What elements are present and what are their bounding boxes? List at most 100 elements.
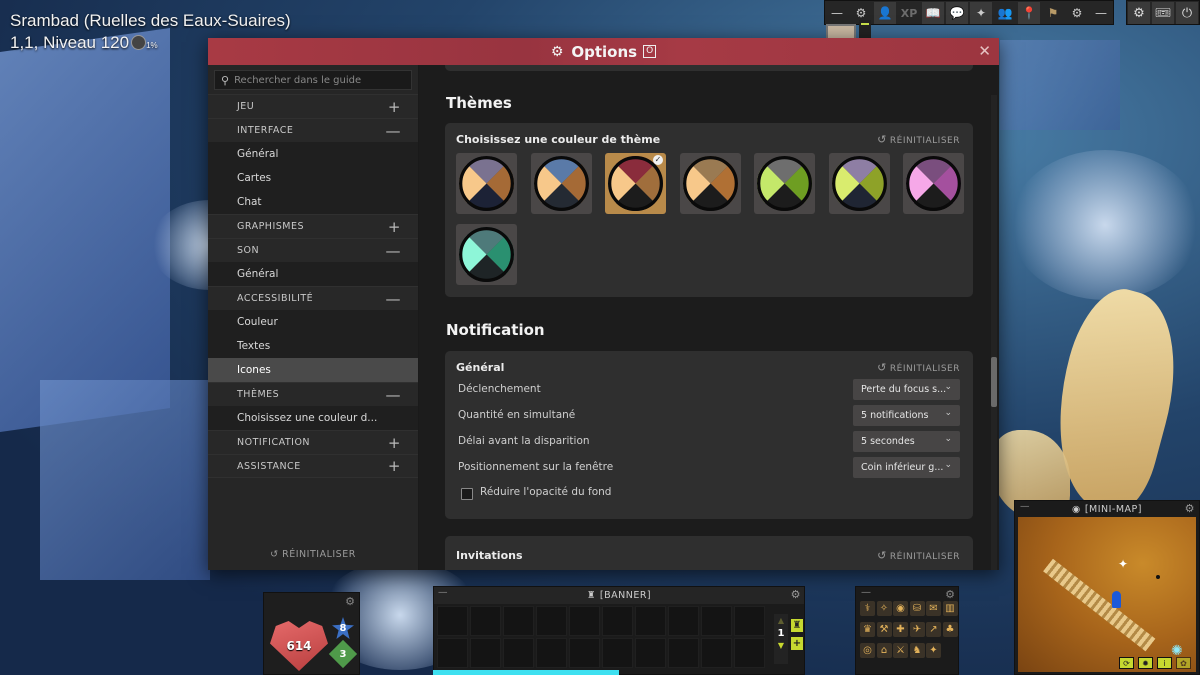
banner-slot[interactable] xyxy=(701,638,732,668)
guild-icon[interactable]: ⚑ xyxy=(1042,2,1064,24)
banner-slot[interactable] xyxy=(701,606,732,636)
theme-swatch[interactable] xyxy=(903,153,964,214)
toolbar-settings-2-icon[interactable]: ⚙ xyxy=(1066,2,1088,24)
sidebar-section-son[interactable]: SON — xyxy=(208,238,418,262)
collapse-minus-icon[interactable]: — xyxy=(386,386,402,404)
sidebar-item-son-general[interactable]: Général xyxy=(208,262,418,286)
sidebar-section-notification[interactable]: NOTIFICATION + xyxy=(208,430,418,454)
sidebar-item-couleur[interactable]: Couleur xyxy=(208,310,418,334)
banner-slot[interactable] xyxy=(635,638,666,668)
banner-slot[interactable] xyxy=(734,606,765,636)
theme-swatch[interactable] xyxy=(679,153,741,214)
health-heart[interactable]: 614 xyxy=(270,621,328,671)
guide-search[interactable]: ⚲ xyxy=(214,70,412,90)
minimap-view[interactable]: ✦ ✺ xyxy=(1018,517,1196,672)
delay-dropdown[interactable]: 5 secondes ⌄ xyxy=(853,431,960,452)
reduce-opacity-checkbox[interactable] xyxy=(461,488,473,500)
ticket-icon[interactable]: 🎟 xyxy=(1152,2,1174,24)
minimap-settings-icon[interactable]: ⚙ xyxy=(1185,502,1195,515)
collapse-minus-icon[interactable]: — xyxy=(386,122,402,140)
xp-icon[interactable]: XP xyxy=(898,2,920,24)
banner-slot[interactable] xyxy=(668,606,699,636)
page-down-icon[interactable]: ▼ xyxy=(774,639,788,653)
wings-icon[interactable]: ✈ xyxy=(909,622,925,637)
sidebar-section-jeu[interactable]: JEU + xyxy=(208,94,418,118)
portal-icon[interactable]: ◎ xyxy=(860,643,875,658)
companion-icon[interactable]: ✦ xyxy=(970,2,992,24)
minimize-icon[interactable]: — xyxy=(438,587,448,598)
map-pin-icon[interactable]: 📍 xyxy=(1018,2,1040,24)
sidebar-section-interface[interactable]: INTERFACE — xyxy=(208,118,418,142)
sidebar-item-theme-color[interactable]: Choisissez une couleur d... xyxy=(208,406,418,430)
house-icon[interactable]: ⌂ xyxy=(876,643,892,658)
favorite-icon[interactable]: ✧ xyxy=(876,601,892,616)
inventory-icon[interactable]: ⛁ xyxy=(909,601,925,616)
sidebar-item-cartes[interactable]: Cartes xyxy=(208,166,418,190)
expand-plus-icon[interactable]: + xyxy=(388,457,401,475)
banner-slot[interactable] xyxy=(470,638,501,668)
position-dropdown[interactable]: Coin inférieur g... ⌄ xyxy=(853,457,960,478)
sidebar-section-assistance[interactable]: ASSISTANCE + xyxy=(208,454,418,478)
bestiary-icon[interactable]: ▥ xyxy=(942,601,958,616)
sidebar-reset-button[interactable]: ↺ RÉINITIALISER xyxy=(208,549,418,560)
expand-plus-icon[interactable]: + xyxy=(388,434,401,452)
minimize-icon[interactable]: — xyxy=(861,587,871,598)
page-up-icon[interactable]: ▲ xyxy=(774,614,788,628)
sidebar-section-themes[interactable]: THÈMES — xyxy=(208,382,418,406)
theme-swatch[interactable]: ✓ xyxy=(605,153,666,214)
equipment-icon[interactable]: ⚒ xyxy=(876,622,892,637)
themes-reset-button[interactable]: ↺ RÉINITIALISER xyxy=(877,133,960,146)
theme-swatch[interactable] xyxy=(456,153,517,214)
banner-slot[interactable] xyxy=(569,638,600,668)
theme-swatch[interactable] xyxy=(754,153,815,214)
window-titlebar[interactable]: ⚙ Options O ✕ xyxy=(208,38,999,65)
banner-slot[interactable] xyxy=(536,638,567,668)
character-icon[interactable]: 👤 xyxy=(874,2,896,24)
minimap-info-button[interactable]: i xyxy=(1157,657,1172,669)
general-reset-button[interactable]: ↺ RÉINITIALISER xyxy=(877,361,960,374)
shortcuts-settings-icon[interactable]: ⚙ xyxy=(945,588,955,601)
mount-icon[interactable]: ♞ xyxy=(909,643,925,658)
scrollbar-track[interactable] xyxy=(991,95,997,570)
theme-swatch[interactable] xyxy=(456,224,517,285)
scrollbar-thumb[interactable] xyxy=(991,357,997,407)
invitations-reset-button[interactable]: ↺ RÉINITIALISER xyxy=(877,549,960,562)
banner-slot[interactable] xyxy=(536,606,567,636)
minimap-filter-button[interactable]: ✿ xyxy=(1176,657,1191,669)
trigger-dropdown[interactable]: Perte du focus s... ⌄ xyxy=(853,379,960,400)
banner-slot[interactable] xyxy=(602,606,633,636)
pvp-icon[interactable]: ⚔ xyxy=(893,643,908,658)
expand-plus-icon[interactable]: + xyxy=(388,98,401,116)
profession-icon[interactable]: ◉ xyxy=(893,601,908,616)
eye-icon[interactable]: ◉ xyxy=(1072,504,1081,515)
banner-toggle-button[interactable]: ♜ xyxy=(791,619,803,632)
achievement-icon[interactable]: ✚ xyxy=(893,622,908,637)
sidebar-item-icones[interactable]: Icones xyxy=(208,358,418,382)
search-input[interactable] xyxy=(234,74,405,86)
progress-icon[interactable]: ↗ xyxy=(926,622,941,637)
banner-slot[interactable] xyxy=(668,638,699,668)
guild-chest-icon[interactable]: ♣ xyxy=(942,622,958,637)
sidebar-section-accessibilite[interactable]: ACCESSIBILITÉ — xyxy=(208,286,418,310)
spell-icon[interactable]: ⚕ xyxy=(860,601,875,616)
options-gear-icon[interactable]: ⚙ xyxy=(1128,2,1150,24)
banner-slot[interactable] xyxy=(437,606,468,636)
chat-icon[interactable]: 💬 xyxy=(946,2,968,24)
banner-settings-icon[interactable]: ⚙ xyxy=(791,588,801,601)
banner-slot[interactable] xyxy=(734,638,765,668)
toolbar-minimize-2-icon[interactable]: — xyxy=(1090,2,1112,24)
almanax-icon[interactable]: ♛ xyxy=(860,622,875,637)
banner-slot[interactable] xyxy=(470,606,501,636)
collapse-minus-icon[interactable]: — xyxy=(386,290,402,308)
panel-settings-icon[interactable]: ⚙ xyxy=(345,595,355,608)
minimap-rotate-button[interactable]: ⟳ xyxy=(1119,657,1134,669)
group-icon[interactable]: 👥 xyxy=(994,2,1016,24)
quantity-dropdown[interactable]: 5 notifications ⌄ xyxy=(853,405,960,426)
banner-slot[interactable] xyxy=(569,606,600,636)
expand-plus-icon[interactable]: + xyxy=(388,218,401,236)
power-icon[interactable]: ⏻ xyxy=(1176,2,1198,24)
minimap-compass-button[interactable]: ✹ xyxy=(1138,657,1153,669)
banner-slot[interactable] xyxy=(503,638,534,668)
banner-slot[interactable] xyxy=(503,606,534,636)
collapse-minus-icon[interactable]: — xyxy=(386,242,402,260)
